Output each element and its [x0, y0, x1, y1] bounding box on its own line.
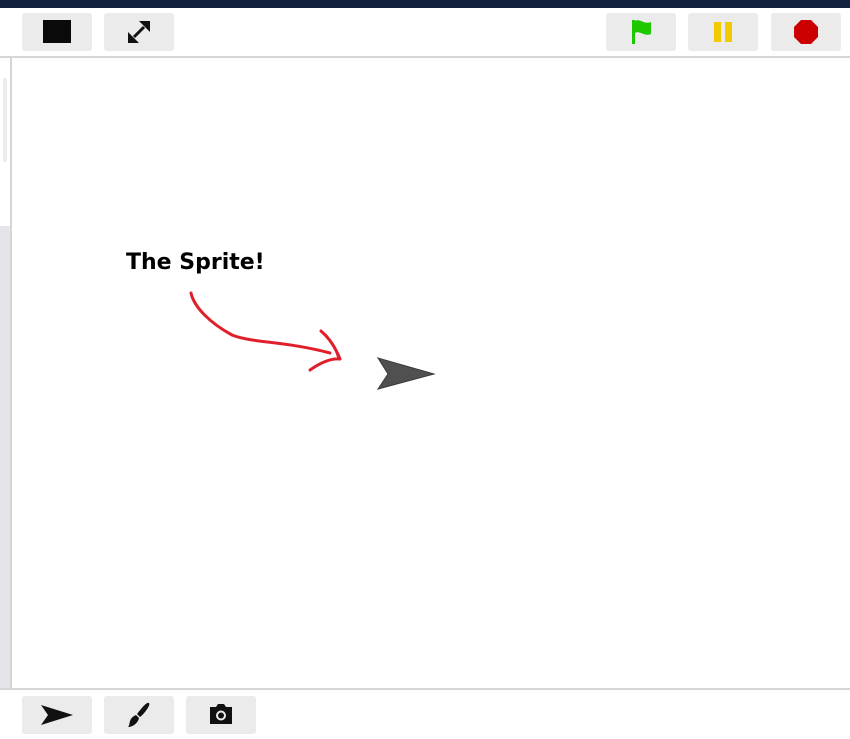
left-scroll-track-lower [0, 226, 10, 688]
expand-arrows-icon [128, 21, 150, 43]
green-flag-button[interactable] [606, 13, 676, 51]
black-square-icon [43, 20, 71, 43]
camera-button[interactable] [186, 696, 256, 734]
sprite-toolbar [0, 688, 850, 739]
turtle-sprite-button[interactable] [22, 696, 92, 734]
turtle-arrow-icon [41, 705, 73, 725]
paint-brush-button[interactable] [104, 696, 174, 734]
stage-toolbar [0, 8, 850, 58]
fullscreen-button[interactable] [104, 13, 174, 51]
annotation-label: The Sprite! [126, 250, 265, 275]
stop-octagon-icon [794, 20, 818, 44]
stage-toggle-button[interactable] [22, 13, 92, 51]
green-flag-icon [632, 20, 651, 44]
pause-icon [714, 22, 732, 42]
window-top-strip [0, 0, 850, 8]
paint-brush-icon [128, 702, 150, 727]
left-scrollbar-thumb[interactable] [3, 78, 7, 162]
camera-icon [210, 704, 232, 724]
pause-button[interactable] [688, 13, 758, 51]
stop-button[interactable] [771, 13, 841, 51]
arrow-sprite-icon[interactable] [376, 356, 436, 392]
annotation-arrow-icon [189, 291, 342, 372]
